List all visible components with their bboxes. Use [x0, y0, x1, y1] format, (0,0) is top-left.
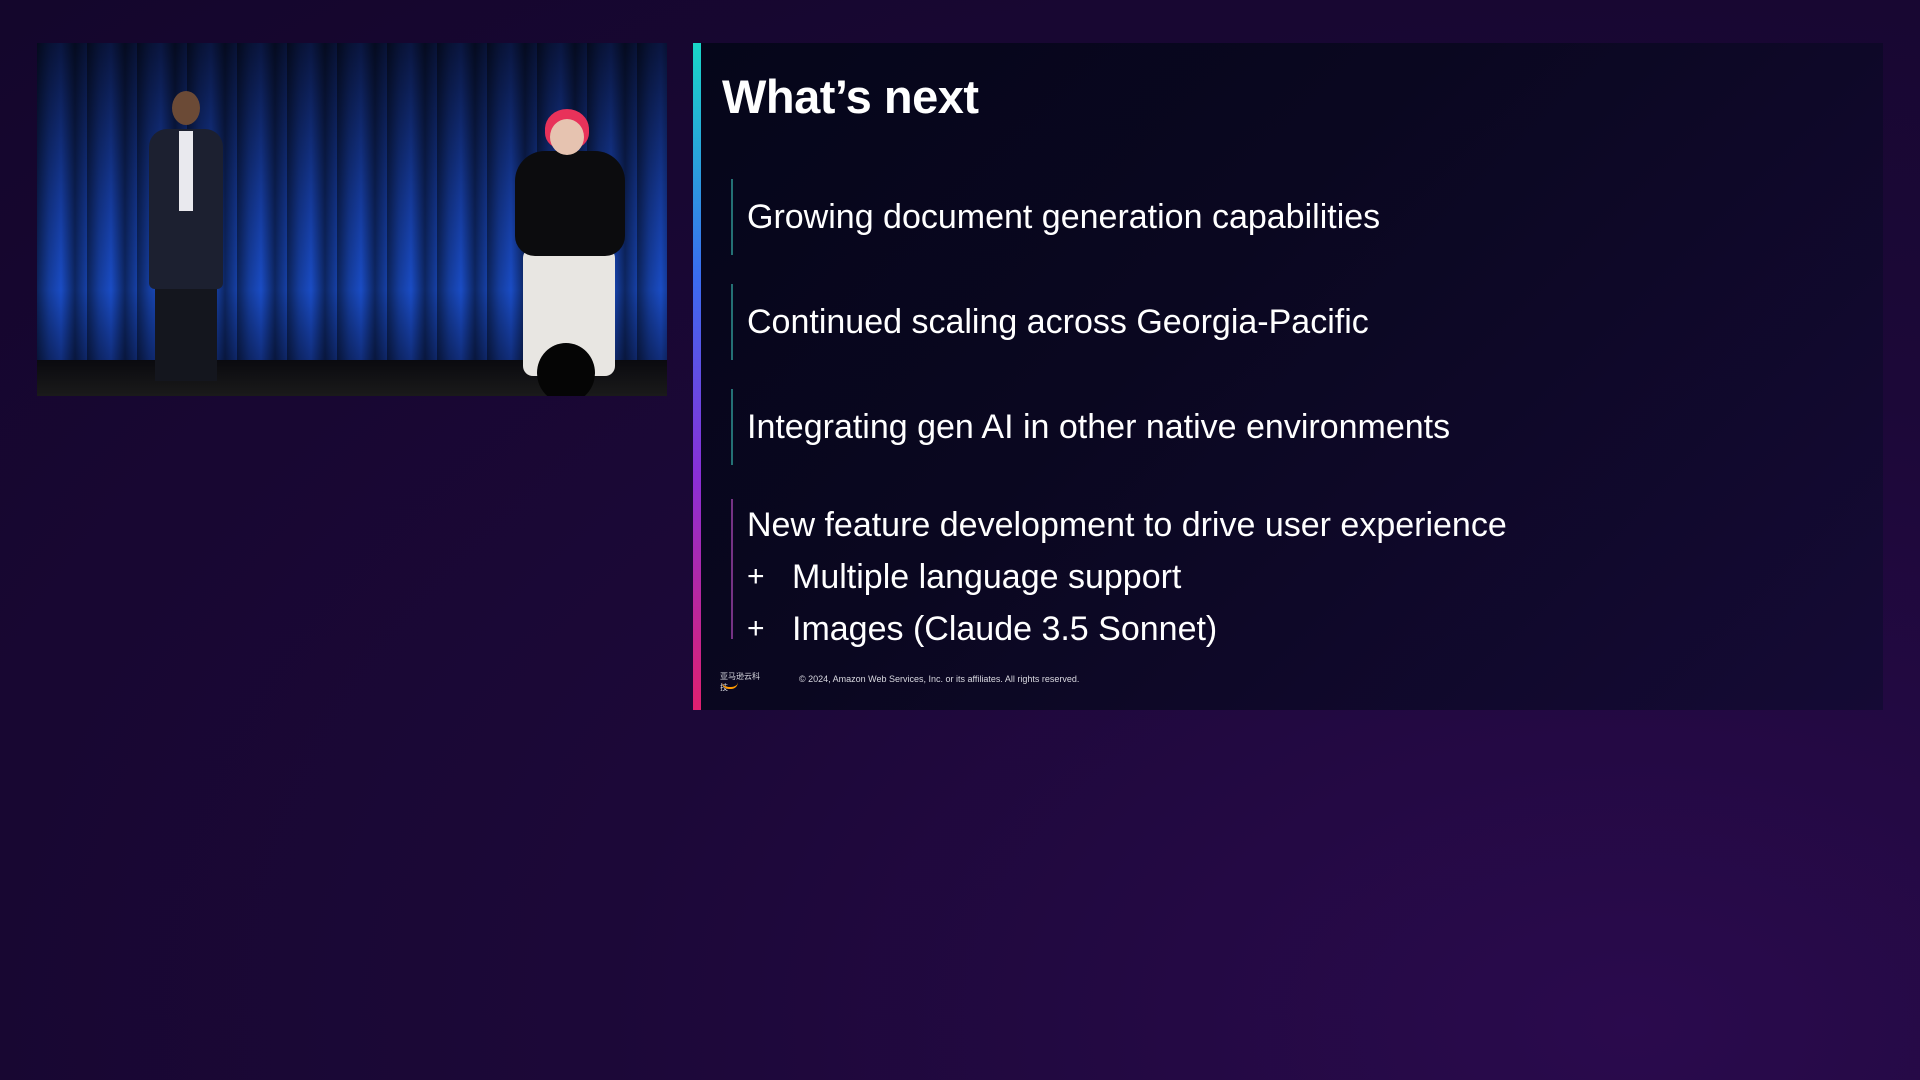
- aws-smile-icon: [722, 682, 738, 689]
- speaker-video-feed: [37, 43, 667, 396]
- bullet-text: New feature development to drive user ex…: [747, 506, 1507, 544]
- bullet-item: New feature development to drive user ex…: [731, 499, 1507, 648]
- bullet-item: Growing document generation capabilities: [731, 179, 1380, 255]
- plus-icon: +: [747, 560, 765, 593]
- bullet-text: Integrating gen AI in other native envir…: [747, 408, 1451, 446]
- bullet-item: Continued scaling across Georgia-Pacific: [731, 284, 1369, 360]
- sub-bullet-item: + Multiple language support: [747, 551, 1507, 603]
- sub-bullet-item: + Images (Claude 3.5 Sonnet): [747, 603, 1507, 655]
- slide-accent-bar: [693, 43, 701, 710]
- audience-silhouette: [537, 343, 595, 396]
- presentation-slide: What’s next Growing document generation …: [693, 43, 1883, 710]
- sub-bullet-text: Images (Claude 3.5 Sonnet): [792, 610, 1218, 648]
- plus-icon: +: [747, 612, 765, 645]
- copyright-text: © 2024, Amazon Web Services, Inc. or its…: [799, 674, 1080, 684]
- sub-bullet-text: Multiple language support: [792, 558, 1182, 596]
- bullet-item: Integrating gen AI in other native envir…: [731, 389, 1450, 465]
- aws-logo: 亚马逊云科技: [720, 671, 764, 692]
- slide-title: What’s next: [722, 70, 979, 123]
- bullet-text: Continued scaling across Georgia-Pacific: [747, 303, 1369, 341]
- bullet-text: Growing document generation capabilities: [747, 198, 1381, 236]
